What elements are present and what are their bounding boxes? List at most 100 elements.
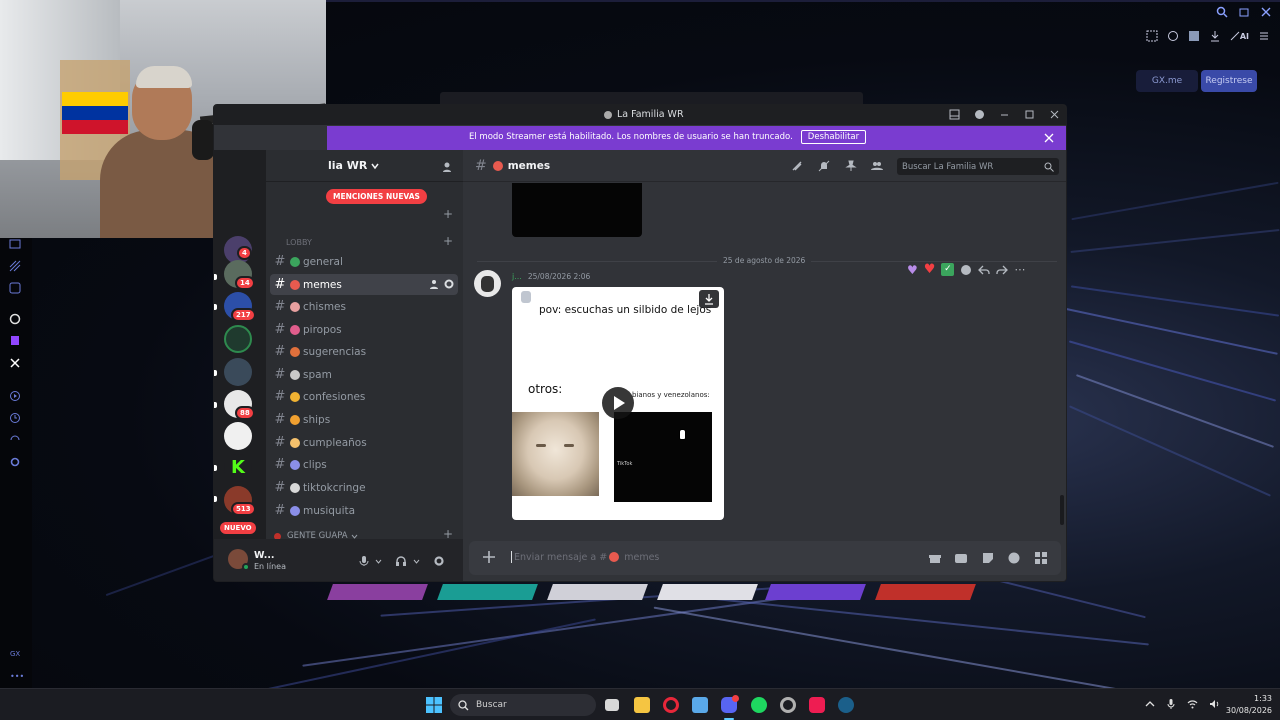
x-icon[interactable] [9,357,23,371]
search-box[interactable]: Buscar La Familia WR [897,158,1059,175]
chrome-icon[interactable] [780,697,796,713]
task-view-icon[interactable] [605,699,619,711]
wifi-icon[interactable] [1187,699,1198,709]
channel-chismes[interactable]: # chismes [270,296,458,317]
profile-icon[interactable] [1188,30,1200,42]
microphone-icon[interactable] [358,555,370,567]
spotify-icon[interactable] [751,697,767,713]
more-options-icon[interactable]: ⋯ [1014,263,1025,276]
notification-muted-icon[interactable] [818,160,830,172]
sticker-icon[interactable] [982,552,994,564]
forward-icon[interactable] [996,264,1009,276]
gxme-pill[interactable]: GX.me [1136,70,1198,92]
help-icon[interactable] [974,109,985,120]
inbox-icon[interactable] [949,109,960,120]
close-banner-icon[interactable] [1044,133,1054,143]
reply-icon[interactable] [978,264,991,276]
member-list-icon[interactable] [871,160,883,172]
window-restore-icon[interactable] [1238,6,1250,18]
invite-icon[interactable] [430,279,440,289]
register-button[interactable]: Registrese [1201,70,1257,92]
chatgpt-icon[interactable] [9,313,23,327]
minimize-icon[interactable] [999,109,1010,120]
snapshot-icon[interactable] [1146,30,1158,42]
chevron-down-icon[interactable] [413,558,420,565]
server-icon[interactable] [224,358,252,386]
channel-memes[interactable]: # memes [270,274,458,295]
mentions-pill[interactable]: MENCIONES NUEVAS [326,189,427,204]
channel-clips[interactable]: # clips [270,454,458,475]
extensions-icon[interactable] [1167,30,1179,42]
chat-scrollbar[interactable] [1060,495,1064,525]
user-settings-icon[interactable] [433,555,445,567]
channel-musiquita[interactable]: # musiquita [270,500,458,521]
ai-button[interactable]: AI [1230,31,1249,41]
attach-plus-icon[interactable] [482,550,496,564]
apps-icon[interactable] [1035,552,1047,564]
kick-icon[interactable]: K [224,454,252,482]
previous-attachment[interactable] [512,183,642,237]
username[interactable]: W... [254,550,275,561]
sidebar-app-icon[interactable] [9,282,23,296]
add-reaction-icon[interactable] [960,264,972,276]
chevron-down-icon[interactable] [375,558,382,565]
channel-piropos[interactable]: # piropos [270,319,458,340]
server-icon[interactable] [224,325,252,353]
channel-tiktokcringe[interactable]: # tiktokcringe [270,477,458,498]
headphones-icon[interactable] [395,555,407,567]
gif-icon[interactable] [955,552,967,564]
channel-ships[interactable]: # ships [270,409,458,430]
taskbar-search[interactable]: Buscar [450,694,596,716]
download-icon[interactable] [1209,30,1221,42]
chevron-up-icon[interactable] [1145,699,1155,709]
history-icon[interactable] [9,412,23,426]
clock[interactable]: 1:33 30/08/2026 [1212,693,1272,717]
video-attachment[interactable]: pov: escuchas un silbido de lejos otros:… [512,287,724,520]
microphone-icon[interactable] [1166,699,1176,709]
chat-area: # memes Buscar La Familia WR 25 de agost… [463,150,1066,581]
channel-sugerencias[interactable]: # sugerencias [270,341,458,362]
invite-people-icon[interactable] [442,161,454,173]
sidebar-app-icon[interactable] [9,260,23,274]
windows-start-icon[interactable] [426,697,442,713]
download-button[interactable] [699,290,719,308]
add-channel-icon[interactable]: + [443,234,453,248]
opera-gx-icon[interactable] [663,697,679,713]
new-pill[interactable]: NUEVO [220,522,256,534]
purple-heart-icon[interactable]: ♥ [907,263,918,277]
menu-icon[interactable] [1258,30,1270,42]
channel-settings-icon[interactable] [444,279,454,289]
threads-icon[interactable] [791,160,803,172]
disable-streamer-button[interactable]: Deshabilitar [800,130,867,144]
sidebar-app-icon[interactable] [9,238,23,252]
red-heart-icon[interactable]: ♥ [924,262,936,277]
store-icon[interactable] [692,697,708,713]
channel-cumpleanos[interactable]: # cumpleaños [270,432,458,453]
search-icon[interactable] [1216,6,1228,18]
close-icon[interactable] [1260,6,1272,18]
category-label[interactable]: Lobby [286,238,312,247]
pin-icon[interactable] [845,160,857,172]
twitch-icon[interactable] [9,335,23,349]
channel-spam[interactable]: # spam [270,364,458,385]
channel-confesiones[interactable]: # confesiones [270,386,458,407]
message-author[interactable]: j... [512,272,522,281]
emoji-icon[interactable] [1008,552,1020,564]
close-window-icon[interactable] [1049,109,1060,120]
play-button[interactable] [602,387,634,419]
player-icon[interactable] [9,390,23,404]
gift-icon[interactable] [929,552,941,564]
check-mark-icon[interactable]: ✓ [941,263,955,276]
settings-icon[interactable] [9,456,23,470]
maximize-icon[interactable] [1024,109,1035,120]
server-header[interactable]: lia WR [266,150,463,182]
add-channel-icon[interactable]: + [443,207,453,221]
steam-icon[interactable] [838,697,854,713]
channel-general[interactable]: # general [270,251,458,272]
server-icon[interactable] [224,422,252,450]
more-icon[interactable]: ••• [10,672,24,681]
extensions-sidebar-icon[interactable] [9,434,23,448]
tiktok-icon[interactable] [809,697,825,713]
file-explorer-icon[interactable] [634,697,650,713]
message-input[interactable]: Enviar mensaje a # memes [511,551,659,563]
